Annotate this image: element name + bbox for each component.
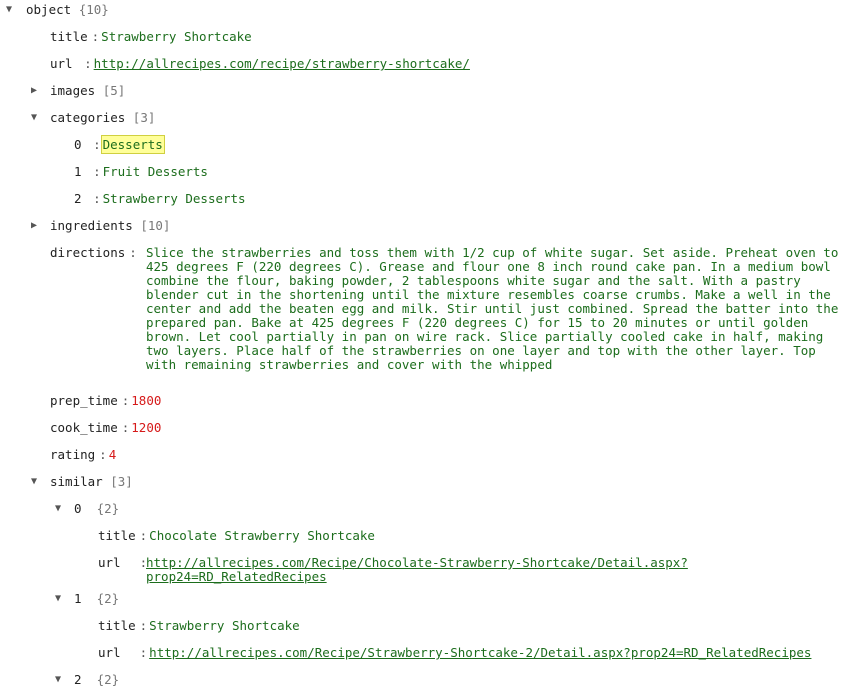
collapse-toggle-categories[interactable]: ▼: [31, 111, 37, 125]
rating-field: rating:4: [50, 447, 117, 462]
images-count: [5]: [102, 83, 126, 98]
ingredients-count: [10]: [140, 218, 171, 233]
similar-node: similar [3]: [50, 475, 133, 489]
similar-item-count: {2}: [96, 591, 120, 606]
directions-label: directions:: [50, 245, 137, 260]
root-label: object: [26, 2, 72, 17]
ingredients-node: ingredients [10]: [50, 219, 170, 233]
title-key: title: [50, 29, 88, 44]
similar-item-count: {2}: [96, 501, 120, 516]
similar-title-key: title: [98, 618, 136, 633]
collapse-toggle-root[interactable]: ▼: [6, 3, 12, 17]
similar-url-line2[interactable]: prop24=RD_RelatedRecipes: [146, 569, 327, 584]
similar-item-count: {2}: [96, 672, 120, 687]
category-index: 0: [74, 137, 82, 152]
prep-time-field: prep_time:1800: [50, 393, 162, 408]
category-item: 2 : Strawberry Desserts: [74, 191, 246, 206]
similar-0-url-label: url :: [98, 555, 148, 570]
similar-index: 2: [74, 672, 82, 687]
cook-time-value: 1200: [131, 420, 162, 435]
similar-title-value: Chocolate Strawberry Shortcake: [149, 528, 375, 543]
cook-time-key: cook_time: [50, 420, 118, 435]
category-value: Fruit Desserts: [102, 164, 208, 179]
rating-value: 4: [108, 447, 117, 462]
similar-1-title-field: title: Strawberry Shortcake: [98, 618, 300, 633]
category-index: 1: [74, 164, 82, 179]
directions-value: Slice the strawberries and toss them wit…: [146, 245, 839, 372]
similar-item-0: 0 {2}: [74, 502, 119, 516]
url-field: url : http://allrecipes.com/recipe/strawb…: [50, 56, 470, 71]
similar-title-key: title: [98, 528, 136, 543]
collapse-toggle-similar-1[interactable]: ▼: [55, 592, 61, 606]
root-node: object {10}: [26, 3, 109, 17]
similar-url-key: url: [98, 645, 121, 660]
category-value: Strawberry Desserts: [102, 191, 246, 206]
ingredients-key: ingredients: [50, 218, 133, 233]
category-index: 2: [74, 191, 82, 206]
expand-toggle-images[interactable]: ▶: [31, 84, 37, 98]
root-count: {10}: [78, 2, 109, 17]
directions-key: directions: [50, 245, 126, 260]
similar-0-url-link[interactable]: http://allrecipes.com/Recipe/Chocolate-S…: [146, 556, 846, 584]
expand-toggle-ingredients[interactable]: ▶: [31, 219, 37, 233]
category-value-highlighted[interactable]: Desserts: [100, 135, 165, 154]
collapse-toggle-similar[interactable]: ▼: [31, 475, 37, 489]
images-key: images: [50, 83, 96, 98]
url-key: url: [50, 56, 73, 71]
similar-item-2: 2 {2}: [74, 673, 119, 687]
similar-url-line1[interactable]: http://allrecipes.com/Recipe/Chocolate-S…: [146, 555, 688, 570]
category-item: 0 : Desserts: [74, 135, 165, 154]
collapse-toggle-similar-0[interactable]: ▼: [55, 502, 61, 516]
categories-key: categories: [50, 110, 126, 125]
rating-key: rating: [50, 447, 96, 462]
similar-index: 0: [74, 501, 82, 516]
similar-key: similar: [50, 474, 103, 489]
prep-time-value: 1800: [131, 393, 162, 408]
url-link[interactable]: http://allrecipes.com/recipe/strawberry-…: [94, 56, 470, 71]
similar-url-link[interactable]: http://allrecipes.com/Recipe/Strawberry-…: [149, 645, 811, 660]
similar-title-value: Strawberry Shortcake: [149, 618, 300, 633]
similar-item-1: 1 {2}: [74, 592, 119, 606]
title-field: title: Strawberry Shortcake: [50, 29, 252, 44]
category-item: 1 : Fruit Desserts: [74, 164, 208, 179]
similar-count: [3]: [110, 474, 133, 489]
images-node: images [5]: [50, 84, 125, 98]
similar-index: 1: [74, 591, 82, 606]
cook-time-field: cook_time:1200: [50, 420, 162, 435]
prep-time-key: prep_time: [50, 393, 118, 408]
categories-count: [3]: [132, 110, 156, 125]
similar-1-url-field: url : http://allrecipes.com/Recipe/Strawb…: [98, 645, 812, 660]
similar-url-key: url: [98, 555, 121, 570]
title-value: Strawberry Shortcake: [101, 29, 252, 44]
collapse-toggle-similar-2[interactable]: ▼: [55, 673, 61, 687]
categories-node: categories [3]: [50, 111, 155, 125]
similar-0-title-field: title: Chocolate Strawberry Shortcake: [98, 528, 375, 543]
